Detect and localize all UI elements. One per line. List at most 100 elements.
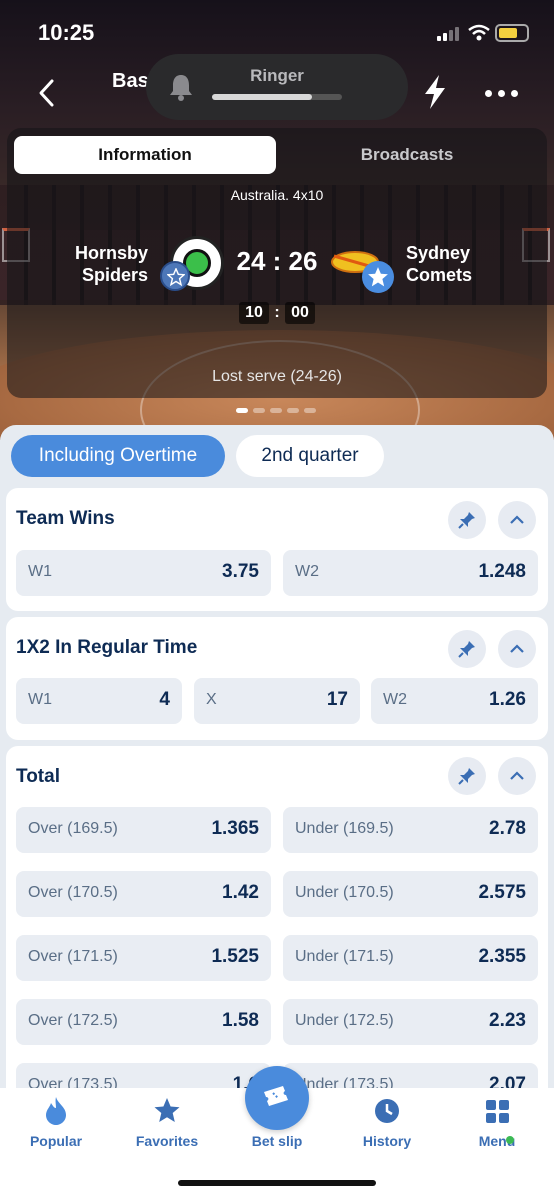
wifi-icon — [468, 24, 490, 41]
team1-name-line1: Hornsby — [74, 243, 148, 263]
odd-label: Over (171.5) — [28, 948, 118, 965]
match-tabs: Information Broadcasts — [14, 136, 538, 174]
odd-button[interactable]: W2 1.248 — [283, 550, 538, 596]
clock-separator: : — [274, 304, 280, 321]
market-title: Total — [16, 766, 60, 787]
ringer-volume-bar — [212, 94, 342, 100]
grid-icon — [486, 1100, 509, 1123]
clock-minutes: 10 — [239, 302, 269, 324]
team1-name: Hornsby Spiders — [60, 242, 148, 286]
team2-name-line1: Sydney — [406, 243, 471, 263]
notification-dot — [506, 1136, 514, 1144]
flame-icon — [46, 1097, 66, 1125]
odd-label: Under (172.5) — [295, 1012, 394, 1029]
odd-value: 1.525 — [211, 946, 259, 967]
market-1x2-regular-time: 1X2 In Regular Time W1 4 X 17 W2 1.26 — [6, 617, 548, 740]
odd-button[interactable]: Over (170.5) 1.42 — [16, 871, 271, 917]
nav-favorites[interactable]: Favorites — [117, 1088, 217, 1158]
odd-button[interactable]: Under (172.5) 2.23 — [283, 999, 538, 1045]
league-label: Australia. 4x10 — [230, 187, 324, 203]
market-title: Team Wins — [16, 508, 115, 529]
odd-value: 4 — [159, 689, 170, 710]
status-time: 10:25 — [38, 20, 95, 45]
ringer-overlay: Ringer — [146, 54, 408, 120]
odd-label: Over (172.5) — [28, 1012, 118, 1029]
market-team-wins: Team Wins W1 3.75 W2 1.248 — [6, 488, 548, 611]
chevron-up-icon[interactable] — [498, 501, 536, 539]
signal-icon — [437, 27, 459, 41]
team2-name: Sydney Comets — [406, 242, 506, 286]
odd-label: W2 — [295, 563, 319, 580]
team2-name-line2: Comets — [406, 265, 473, 285]
page-indicator[interactable] — [236, 408, 316, 413]
markets-panel: Including Overtime 2nd quarter Team Wins… — [0, 425, 554, 1105]
ticket-icon — [264, 1086, 288, 1106]
odd-value: 1.248 — [478, 561, 526, 582]
bet-slip-button[interactable] — [245, 1066, 309, 1130]
odd-button[interactable]: Over (171.5) 1.525 — [16, 935, 271, 981]
odd-button[interactable]: Over (172.5) 1.58 — [16, 999, 271, 1045]
more-options-icon[interactable] — [485, 90, 518, 97]
score: 24 : 26 — [236, 246, 318, 276]
match-clock: 10 : 00 — [239, 302, 315, 324]
odd-value: 2.575 — [478, 882, 526, 903]
odd-value: 2.23 — [489, 1010, 526, 1031]
odd-button[interactable]: Over (169.5) 1.365 — [16, 807, 271, 853]
odd-button[interactable]: Under (169.5) 2.78 — [283, 807, 538, 853]
team1-name-line2: Spiders — [81, 265, 148, 285]
filter-2nd-quarter[interactable]: 2nd quarter — [236, 435, 384, 477]
odd-button[interactable]: W2 1.26 — [371, 678, 538, 724]
team2-favorite-star-icon[interactable] — [362, 261, 394, 293]
filter-including-overtime[interactable]: Including Overtime — [11, 435, 225, 477]
back-icon[interactable] — [36, 78, 58, 108]
odd-button[interactable]: Under (170.5) 2.575 — [283, 871, 538, 917]
odd-value: 2.78 — [489, 818, 526, 839]
bell-icon — [170, 75, 192, 101]
odd-value: 1.42 — [222, 882, 259, 903]
team1-favorite-star-icon[interactable] — [160, 261, 190, 291]
ringer-label: Ringer — [250, 66, 304, 85]
chevron-up-icon[interactable] — [498, 757, 536, 795]
tab-broadcasts[interactable]: Broadcasts — [276, 136, 538, 174]
odd-button[interactable]: W1 3.75 — [16, 550, 271, 596]
market-total: Total Over (169.5) 1.365 Under (169.5) 2.7… — [6, 746, 548, 1105]
last-event: Lost serve (24-26) — [212, 368, 342, 385]
battery-icon — [495, 24, 529, 42]
pin-icon[interactable] — [448, 501, 486, 539]
clock-seconds: 00 — [285, 302, 315, 324]
page-title: Bas — [112, 70, 149, 92]
nav-popular[interactable]: Popular — [6, 1088, 106, 1158]
odd-button[interactable]: X 17 — [194, 678, 360, 724]
screen: 10:25 Bas Ringer Information Broadcasts … — [0, 0, 554, 1199]
nav-label: History — [362, 1133, 412, 1149]
odd-label: W2 — [383, 691, 407, 708]
odd-label: Over (169.5) — [28, 820, 118, 837]
odd-button[interactable]: Under (171.5) 2.355 — [283, 935, 538, 981]
nav-label: Menu — [478, 1133, 516, 1149]
odd-label: Under (171.5) — [295, 948, 394, 965]
home-indicator — [178, 1180, 376, 1186]
nav-label: Popular — [29, 1133, 83, 1149]
star-icon — [154, 1098, 180, 1122]
odd-button[interactable]: W1 4 — [16, 678, 182, 724]
clock-icon — [375, 1099, 399, 1123]
nav-history[interactable]: History — [337, 1088, 437, 1158]
pin-icon[interactable] — [448, 757, 486, 795]
tab-information[interactable]: Information — [14, 136, 276, 174]
odd-label: Over (170.5) — [28, 884, 118, 901]
odd-label: W1 — [28, 691, 52, 708]
lightning-icon[interactable] — [422, 74, 448, 110]
odd-value: 1.26 — [489, 689, 526, 710]
odd-label: X — [206, 691, 217, 708]
odd-label: W1 — [28, 563, 52, 580]
chevron-up-icon[interactable] — [498, 630, 536, 668]
odd-value: 1.58 — [222, 1010, 259, 1031]
nav-label: Bet slip — [251, 1133, 303, 1149]
odd-label: Under (169.5) — [295, 820, 394, 837]
odd-value: 17 — [326, 689, 348, 710]
market-title: 1X2 In Regular Time — [16, 637, 198, 658]
odd-label: Under (170.5) — [295, 884, 394, 901]
pin-icon[interactable] — [448, 630, 486, 668]
nav-menu[interactable]: Menu — [447, 1088, 547, 1158]
nav-label: Favorites — [135, 1133, 199, 1149]
